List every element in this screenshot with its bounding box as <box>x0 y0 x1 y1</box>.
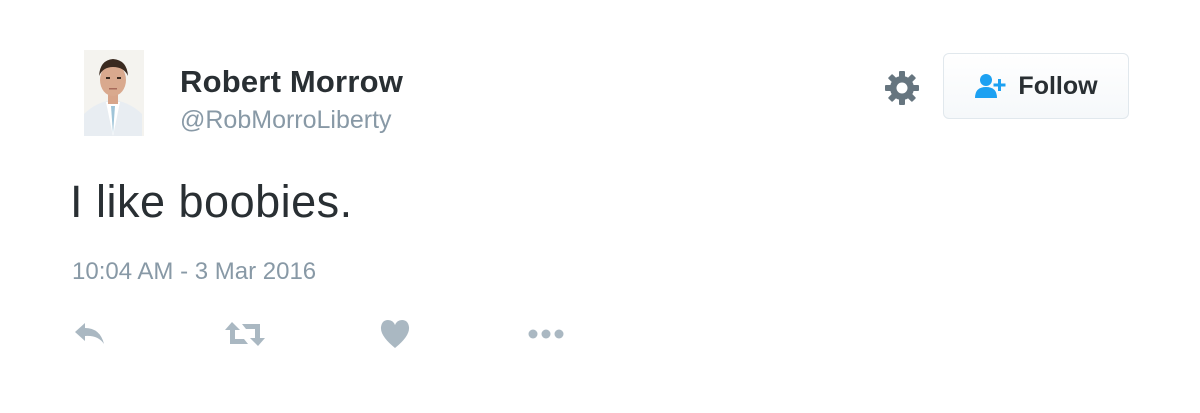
reply-icon[interactable] <box>72 316 108 352</box>
follow-button[interactable]: Follow <box>943 53 1129 119</box>
retweet-icon[interactable] <box>224 316 266 352</box>
tweet-timestamp[interactable]: 10:04 AM - 3 Mar 2016 <box>72 258 316 286</box>
author-handle[interactable]: @RobMorroLiberty <box>180 106 392 135</box>
heart-icon[interactable] <box>378 316 412 352</box>
tweet-actions <box>70 316 590 352</box>
more-dots-icon[interactable] <box>526 316 566 352</box>
tweet-card: Robert Morrow @RobMorroLiberty Follow I … <box>0 0 1200 413</box>
tweet-text: I like boobies. <box>70 176 353 227</box>
follow-button-label: Follow <box>1018 71 1098 100</box>
author-display-name[interactable]: Robert Morrow <box>180 64 403 100</box>
add-user-icon <box>974 73 1008 99</box>
avatar[interactable] <box>70 50 156 136</box>
gear-icon[interactable] <box>882 68 922 108</box>
